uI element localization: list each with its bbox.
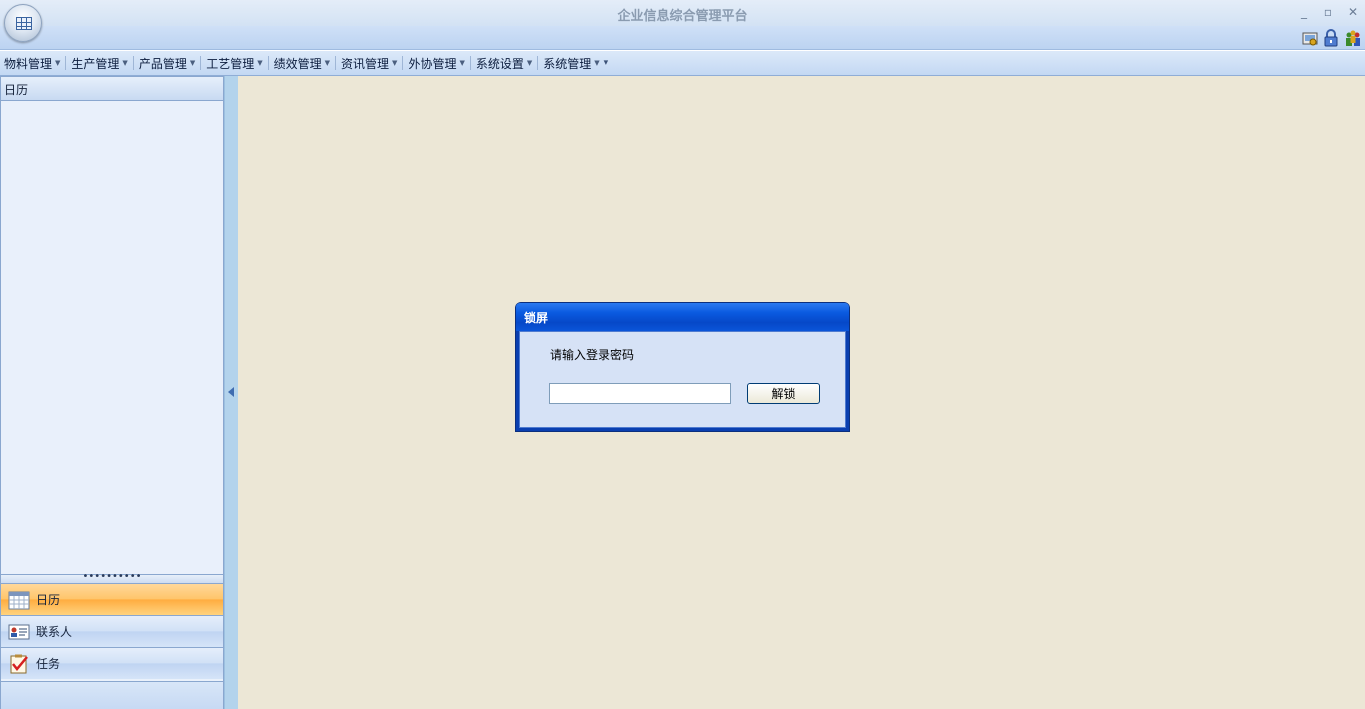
dialog-title: 锁屏: [516, 303, 849, 331]
menu-divider: [267, 56, 269, 70]
menu-divider: [469, 56, 471, 70]
chevron-down-icon: ▼: [526, 59, 533, 67]
menu-overflow-button[interactable]: ▾: [604, 58, 609, 68]
main-menu-bar: 物料管理 ▼ 生产管理 ▼ 产品管理 ▼ 工艺管理 ▼ 绩效管理 ▼ 资讯管理 ▼ 外协管理…: [0, 50, 1365, 76]
pane-collapse-strip[interactable]: [224, 76, 238, 709]
chevron-down-icon: ▼: [189, 59, 196, 67]
minimize-button[interactable]: _: [1296, 4, 1312, 20]
title-bar: 企业信息综合管理平台 _ ▫ ✕: [0, 0, 1365, 26]
password-input[interactable]: [549, 383, 731, 404]
close-button[interactable]: ✕: [1345, 4, 1361, 20]
lock-icon[interactable]: [1322, 29, 1340, 47]
calendar-pane-content: [1, 101, 223, 574]
chevron-down-icon: ▼: [55, 59, 61, 67]
menu-divider: [402, 56, 404, 70]
unlock-button[interactable]: 解锁: [747, 383, 820, 404]
nav-pane-footer: [1, 681, 223, 709]
settings-icon[interactable]: [1301, 29, 1319, 47]
menu-divider: [537, 56, 539, 70]
nav-button-contacts[interactable]: 联系人: [1, 615, 223, 647]
chevron-down-icon: ▼: [392, 59, 398, 67]
app-menu-button[interactable]: [4, 4, 42, 42]
nav-button-calendar[interactable]: 日历: [1, 583, 223, 615]
contact-card-icon: [8, 624, 30, 639]
pane-splitter-grip[interactable]: ••••••••••: [1, 572, 223, 583]
password-prompt: 请输入登录密码: [550, 348, 635, 362]
menu-products[interactable]: 产品管理 ▼: [138, 53, 197, 73]
menu-system-admin[interactable]: 系统管理 ▼: [542, 53, 601, 73]
menu-outsourcing[interactable]: 外协管理 ▼: [407, 53, 466, 73]
menu-divider: [132, 56, 134, 70]
menu-divider: [335, 56, 337, 70]
menu-divider: [200, 56, 202, 70]
menu-performance[interactable]: 绩效管理 ▼: [273, 53, 332, 73]
pane-header: 日历: [1, 77, 223, 101]
menu-news[interactable]: 资讯管理 ▼: [340, 53, 399, 73]
menu-system-settings[interactable]: 系统设置 ▼: [475, 53, 534, 73]
chevron-down-icon: ▼: [122, 59, 128, 67]
chevron-down-icon: ▼: [594, 59, 600, 67]
calendar-icon: [8, 591, 30, 609]
menu-divider: [65, 56, 67, 70]
dialog-body: 请输入登录密码 解锁: [519, 331, 846, 428]
chevron-down-icon: ▼: [257, 59, 263, 67]
menu-production[interactable]: 生产管理 ▼: [70, 53, 129, 73]
navigation-pane: 日历 •••••••••• 日历 联系人 任务: [0, 76, 224, 709]
users-icon[interactable]: [1344, 29, 1362, 47]
table-icon: [16, 17, 32, 30]
restore-button[interactable]: ▫: [1320, 4, 1336, 20]
nav-button-tasks[interactable]: 任务: [1, 647, 223, 679]
menu-materials[interactable]: 物料管理 ▼: [3, 53, 62, 73]
quick-access-bar: [0, 26, 1365, 50]
menu-process[interactable]: 工艺管理 ▼: [205, 53, 264, 73]
task-checklist-icon: [10, 654, 28, 673]
chevron-down-icon: ▼: [459, 59, 465, 67]
window-title: 企业信息综合管理平台: [617, 9, 748, 24]
chevron-down-icon: ▼: [324, 59, 331, 67]
lock-screen-dialog: 锁屏 请输入登录密码 解锁: [516, 303, 849, 431]
collapse-left-arrow-icon[interactable]: [228, 387, 234, 397]
